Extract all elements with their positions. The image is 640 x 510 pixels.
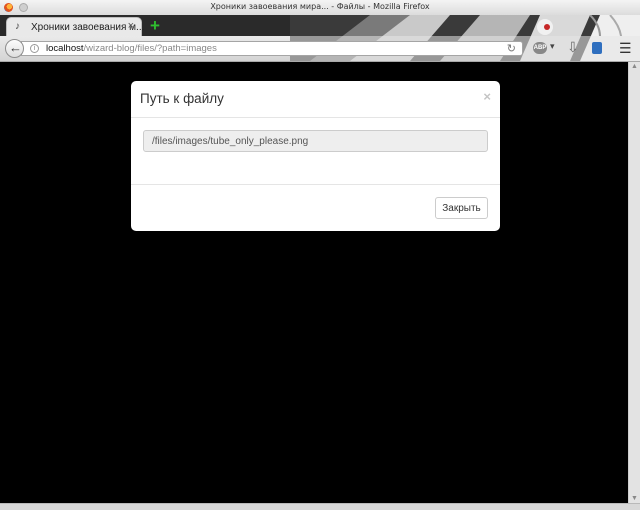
modal-footer: Закрыть (131, 184, 500, 232)
vertical-scrollbar[interactable]: ▲ ▼ (628, 62, 640, 503)
close-button[interactable]: Закрыть (435, 197, 488, 219)
music-note-icon: ♪ (15, 21, 20, 32)
url-bar[interactable]: i localhost/wizard-blog/files/?path=imag… (21, 41, 523, 56)
tab-strip: ♪ Хроники завоевания м... × + (0, 15, 640, 36)
new-tab-button[interactable]: + (150, 15, 160, 36)
modal-header: Путь к файлу × (131, 81, 500, 118)
modal-body (131, 118, 500, 184)
hamburger-menu-icon[interactable]: ☰ (619, 40, 632, 57)
url-path: /wizard-blog/files/?path=images (83, 43, 217, 54)
scroll-up-icon[interactable]: ▲ (631, 63, 638, 70)
download-icon[interactable]: ⇩ (567, 39, 579, 56)
window-title: Хроники завоевания мира... - Файлы - Moz… (210, 2, 430, 11)
file-path-field[interactable] (143, 130, 488, 152)
adblock-icon[interactable]: ABP (533, 42, 547, 54)
chevron-down-icon[interactable]: ▾ (550, 41, 555, 58)
modal-title: Путь к файлу (140, 91, 224, 106)
url-text[interactable]: localhost/wizard-blog/files/?path=images (46, 43, 217, 54)
tab-close-icon[interactable]: × (128, 20, 134, 32)
navigation-toolbar: ← i localhost/wizard-blog/files/?path=im… (0, 36, 640, 62)
close-icon[interactable]: × (483, 89, 491, 104)
back-button[interactable]: ← (5, 39, 24, 58)
site-info-icon[interactable]: i (30, 44, 39, 53)
theme-artwork (290, 15, 640, 36)
url-host: localhost (46, 43, 84, 54)
tab-active[interactable]: ♪ Хроники завоевания м... × (6, 17, 144, 36)
window-titlebar: Хроники завоевания мира... - Файлы - Moz… (0, 0, 640, 16)
reload-icon[interactable]: ↻ (507, 42, 516, 55)
back-arrow-icon: ← (9, 40, 22, 55)
file-path-modal: Путь к файлу × Закрыть (131, 81, 500, 231)
scroll-down-icon[interactable]: ▼ (631, 495, 638, 502)
addon-icon[interactable] (592, 42, 602, 54)
